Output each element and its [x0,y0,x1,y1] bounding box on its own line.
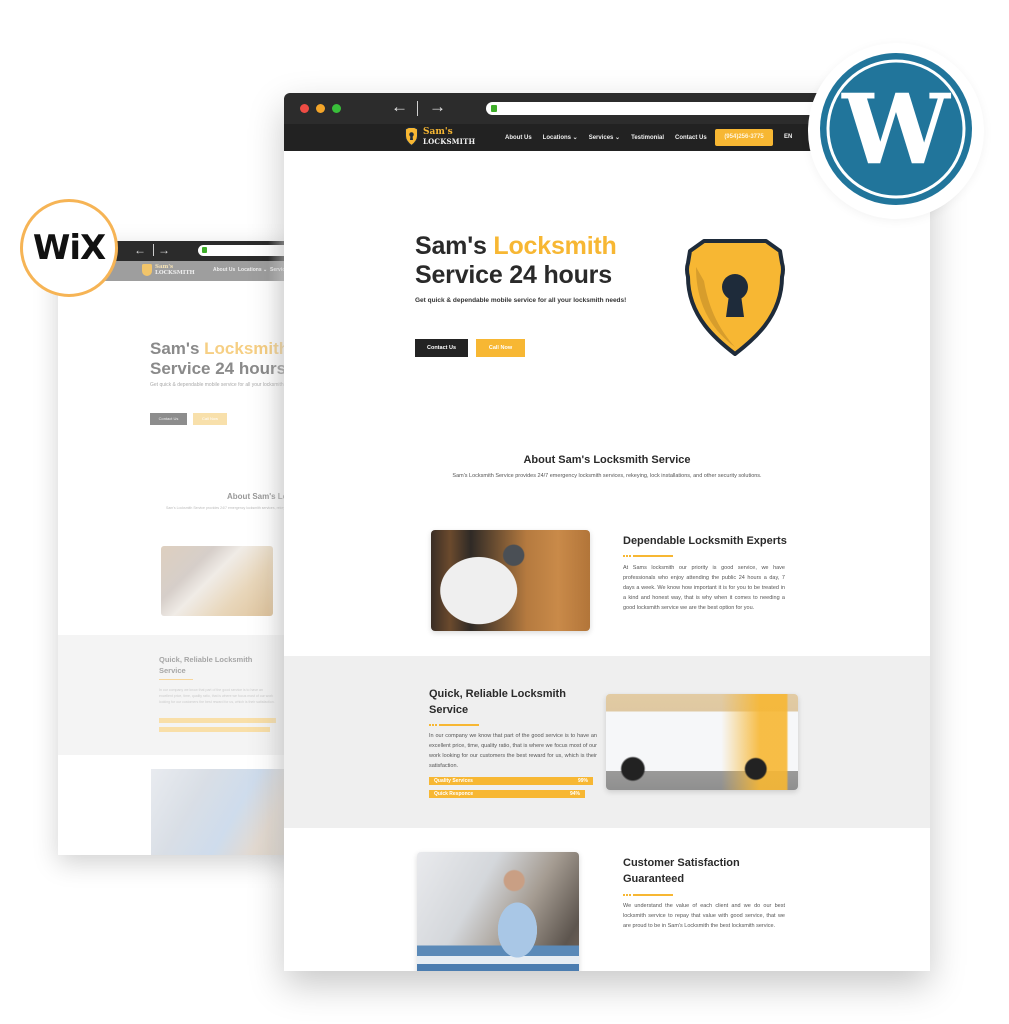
quick-body: In our company we know that part of the … [429,733,597,769]
satisfaction-body: We understand the value of each client a… [623,903,785,929]
hero-title-line2: Service 24 hours [415,261,612,289]
about-title: About Sam's Locksmith Service [523,454,691,466]
close-window-icon[interactable] [300,104,309,113]
skill-label: Quick Responce [434,791,474,797]
wix-nav-locations[interactable]: Locations ⌄ [238,267,267,273]
deco-dots [429,724,437,726]
wix-call-button[interactable]: Call Now [193,413,227,425]
wordpress-logo-badge: W [808,43,984,219]
phone-button[interactable]: (954)256-3775 [715,129,773,146]
wix-skill-bar-response [159,727,270,732]
wix-site-logo[interactable]: Sam's LOCKSMITH [142,264,195,276]
satisfied-customer-photo [417,852,579,971]
wix-nav-about[interactable]: About Us [213,267,235,273]
skill-bar-response: Quick Responce 94% [429,790,585,798]
nav-testimonial[interactable]: Testimonial [631,135,664,141]
skill-value: 94% [569,791,580,797]
deco-line [633,555,673,557]
site-logo[interactable]: Sam's LOCKSMITH [404,127,475,146]
wix-deco-line [159,679,193,680]
locksmith-worker-photo [431,530,590,631]
nav-separator [417,101,418,116]
hero-subtitle: Get quick & dependable mobile service fo… [415,297,627,304]
shield-icon [405,127,418,146]
maximize-window-icon[interactable] [332,104,341,113]
about-subtitle: Sam's Locksmith Service provides 24/7 em… [452,473,762,479]
nav-about-us[interactable]: About Us [505,135,532,141]
skill-value: 99% [577,778,588,784]
service-van-photo [606,694,798,790]
nav-separator [153,244,154,256]
wix-worker-photo [161,546,273,616]
hero-title-accent: Locksmith [493,232,617,260]
deco-line [633,894,673,896]
wix-quick-body: In our company we know that part of the … [159,688,275,704]
shield-icon [142,264,152,276]
quick-title: Quick, Reliable Locksmith Service [429,688,566,716]
keyhole-shield-icon [685,239,785,356]
logo-line1: Sam's [423,126,453,137]
logo-line2: LOCKSMITH [155,270,195,276]
logo-line2: LOCKSMITH [423,136,476,146]
wix-browser-window: ← → Sam's LOCKSMITH About Us Locations ⌄ … [58,241,298,855]
minimize-window-icon[interactable] [316,104,325,113]
hero-title-part1: Sam's [415,232,494,260]
wix-logo-badge: WiX [20,199,118,297]
wix-url-bar[interactable] [198,245,298,256]
svg-text:W: W [841,73,951,186]
wordpress-logo-icon: W [820,53,972,205]
nav-contact-us[interactable]: Contact Us [675,135,707,141]
arrow-left-icon[interactable]: ← [391,97,408,117]
wordpress-browser-window: ← → Sam's LOCKSMITH About Us Locations ⌄… [284,93,930,971]
wix-logo-text: WiX [32,228,106,268]
contact-us-button[interactable]: Contact Us [415,339,468,357]
arrow-right-icon[interactable]: → [158,243,170,257]
skill-bar-quality: Quality Services 99% [429,777,593,785]
arrow-left-icon[interactable]: ← [134,243,146,257]
wix-hero-subtitle: Get quick & dependable mobile service fo… [150,382,298,388]
language-selector[interactable]: EN [784,134,792,140]
deco-dots [623,894,631,896]
dependable-title: Dependable Locksmith Experts [623,535,787,547]
satisfaction-title: Customer Satisfaction Guaranteed [623,857,740,885]
deco-dots [623,555,631,557]
wix-contact-button[interactable]: Contact Us [150,413,187,425]
arrow-right-icon[interactable]: → [429,97,446,117]
wix-about-subtitle: Sam's Locksmith Service provides 24/7 em… [166,506,298,510]
wix-skill-bar-quality [159,718,276,723]
wix-hero-title: Sam's Locksmith Service 24 hours [150,339,290,378]
deco-line [439,724,479,726]
lock-icon [491,105,497,112]
main-menu: About Us Locations ⌄ Services ⌄ Testimon… [505,124,707,151]
hero-title: Sam's Locksmith Service 24 hours [415,232,617,290]
skill-label: Quality Services [434,778,473,784]
wix-cafe-photo [151,769,298,855]
wix-quick-title: Quick, Reliable Locksmith Service [159,655,253,675]
call-now-button[interactable]: Call Now [476,339,525,357]
dependable-body: At Sams locksmith our priority is good s… [623,565,785,611]
nav-locations[interactable]: Locations ⌄ [543,134,578,141]
nav-services[interactable]: Services ⌄ [589,134,620,141]
lock-icon [202,247,207,253]
